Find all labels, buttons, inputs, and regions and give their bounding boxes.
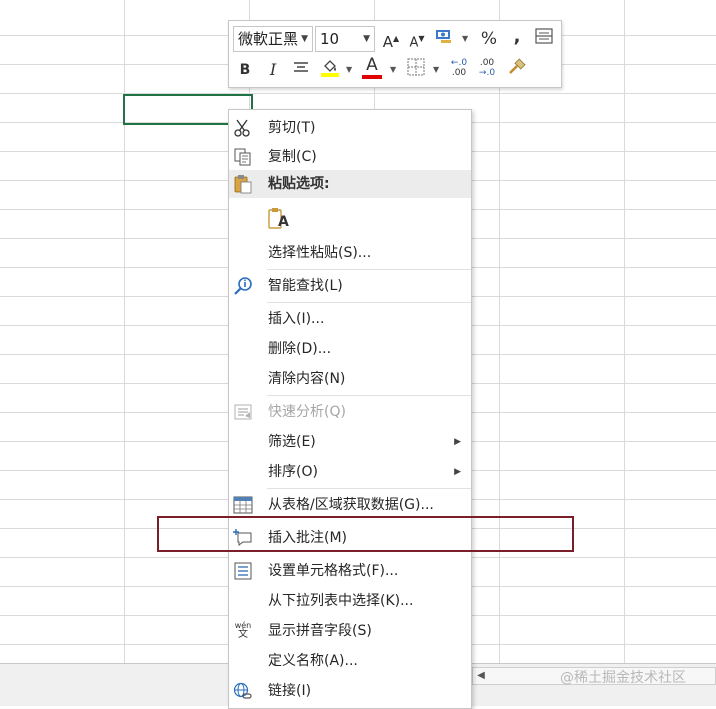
menu-item-smart-lookup[interactable]: 智能查找(L) bbox=[229, 272, 471, 300]
font-color-glyph: A bbox=[366, 55, 378, 75]
smart-lookup-icon bbox=[233, 276, 253, 296]
menu-item-link[interactable]: 链接(I) bbox=[229, 677, 471, 705]
menu-separator bbox=[267, 269, 471, 270]
paste-values-button[interactable]: A bbox=[265, 205, 295, 235]
wrap-text-button[interactable] bbox=[533, 27, 555, 51]
mini-toolbar: 微軟正黑 ▼ 10 ▼ A▲ A▼ ▼ % , B I ▼ A ▼ ▼ ←.0 … bbox=[228, 20, 562, 88]
menu-label-format-cells: 设置单元格格式(F)... bbox=[268, 563, 399, 579]
format-painter-icon bbox=[509, 58, 526, 74]
chevron-down-icon: ▼ bbox=[363, 34, 370, 44]
italic-button[interactable]: I bbox=[262, 58, 284, 82]
menu-item-sort[interactable]: 排序(O) ▶ bbox=[229, 458, 471, 486]
borders-dropdown-arrow[interactable]: ▼ bbox=[433, 58, 439, 82]
menu-label-copy: 复制(C) bbox=[268, 149, 317, 165]
percent-style-button[interactable]: % bbox=[478, 27, 500, 51]
increase-decimal-button[interactable]: ←.0 .00 bbox=[448, 58, 470, 82]
scissors-icon bbox=[233, 118, 253, 138]
menu-item-copy[interactable]: 复制(C) bbox=[229, 143, 471, 171]
menu-separator bbox=[267, 302, 471, 303]
decrease-decimal-button[interactable]: .00 →.0 bbox=[476, 58, 498, 82]
font-size-value: 10 bbox=[320, 30, 340, 48]
copy-icon bbox=[233, 147, 253, 167]
fill-color-icon bbox=[321, 60, 339, 77]
scroll-left-arrow-icon[interactable]: ◀ bbox=[474, 667, 488, 685]
menu-item-delete[interactable]: 删除(D)... bbox=[229, 335, 471, 363]
wrap-text-icon bbox=[535, 28, 553, 44]
menu-label-delete: 删除(D)... bbox=[268, 341, 332, 357]
menu-item-quick-analysis[interactable]: 快速分析(Q) bbox=[229, 398, 471, 426]
paste-glyph: A bbox=[278, 214, 289, 230]
menu-item-define-name[interactable]: 定义名称(A)... bbox=[229, 647, 471, 675]
fill-color-button[interactable] bbox=[319, 58, 341, 82]
decrease-decimal-top: .00 bbox=[479, 58, 495, 68]
quick-analysis-icon bbox=[233, 402, 253, 422]
menu-label-filter: 筛选(E) bbox=[268, 434, 316, 450]
comma-style-button[interactable]: , bbox=[506, 25, 528, 49]
menu-label-quick-analysis: 快速分析(Q) bbox=[268, 404, 346, 420]
menu-item-phonetic[interactable]: wén 文 显示拼音字段(S) bbox=[229, 617, 471, 645]
menu-item-cut[interactable]: 剪切(T) bbox=[229, 114, 471, 142]
menu-label-define-name: 定义名称(A)... bbox=[268, 653, 358, 669]
font-color-button[interactable]: A bbox=[361, 55, 383, 79]
menu-label-smart-lookup: 智能查找(L) bbox=[268, 278, 343, 294]
accounting-format-button[interactable] bbox=[433, 27, 455, 51]
font-name-select[interactable]: 微軟正黑 ▼ bbox=[233, 26, 313, 52]
borders-button[interactable] bbox=[405, 58, 427, 82]
decrease-font-size-button[interactable]: A▼ bbox=[406, 27, 428, 51]
menu-separator bbox=[267, 488, 471, 489]
borders-icon bbox=[407, 58, 425, 76]
menu-item-paste-special[interactable]: 选择性粘贴(S)... bbox=[229, 239, 471, 267]
menu-label-link: 链接(I) bbox=[268, 683, 312, 699]
accounting-format-icon bbox=[436, 30, 451, 43]
bold-button[interactable]: B bbox=[234, 58, 256, 82]
increase-decimal-bottom: .00 bbox=[451, 68, 467, 78]
menu-separator bbox=[267, 395, 471, 396]
menu-label-paste-options: 粘贴选项: bbox=[268, 176, 330, 192]
font-size-select[interactable]: 10 ▼ bbox=[315, 26, 375, 52]
paste-options-header: 粘贴选项: bbox=[229, 170, 471, 198]
format-painter-button[interactable] bbox=[506, 58, 528, 82]
menu-item-filter[interactable]: 筛选(E) ▶ bbox=[229, 428, 471, 456]
clipboard-icon bbox=[233, 174, 253, 194]
menu-item-format-cells[interactable]: 设置单元格格式(F)... bbox=[229, 557, 471, 585]
menu-label-cut: 剪切(T) bbox=[268, 120, 316, 136]
accounting-dropdown-arrow[interactable]: ▼ bbox=[462, 27, 468, 51]
menu-label-clear-contents: 清除内容(N) bbox=[268, 371, 346, 387]
menu-label-get-data: 从表格/区域获取数据(G)... bbox=[268, 497, 434, 513]
font-color-bar bbox=[362, 75, 382, 79]
chevron-down-icon: ▼ bbox=[301, 34, 308, 44]
font-name-value: 微軟正黑 bbox=[238, 30, 299, 48]
menu-item-insert[interactable]: 插入(I)... bbox=[229, 305, 471, 333]
fill-color-dropdown-arrow[interactable]: ▼ bbox=[346, 58, 352, 82]
menu-label-sort: 排序(O) bbox=[268, 464, 318, 480]
menu-item-clear-contents[interactable]: 清除内容(N) bbox=[229, 365, 471, 393]
phonetic-icon: wén 文 bbox=[233, 621, 253, 641]
menu-item-pick-from-list[interactable]: 从下拉列表中选择(K)... bbox=[229, 587, 471, 615]
format-cells-icon bbox=[233, 561, 253, 581]
increase-decimal-top: ←.0 bbox=[450, 58, 468, 68]
menu-label-insert: 插入(I)... bbox=[268, 311, 325, 327]
submenu-arrow-icon: ▶ bbox=[454, 467, 461, 477]
annotation-highlight-box bbox=[157, 516, 574, 552]
watermark: @稀土掘金技术社区 bbox=[560, 670, 686, 686]
menu-label-paste-special: 选择性粘贴(S)... bbox=[268, 245, 372, 261]
align-center-button[interactable] bbox=[290, 58, 312, 82]
table-icon bbox=[233, 495, 253, 515]
increase-font-size-button[interactable]: A▲ bbox=[380, 27, 402, 51]
context-menu: 剪切(T) 复制(C) 粘贴选项: A 选择性粘贴(S)... 智能查找(L) … bbox=[228, 109, 472, 709]
align-center-icon bbox=[294, 62, 308, 72]
phonetic-icon-bottom: 文 bbox=[238, 629, 248, 640]
decrease-decimal-bottom: →.0 bbox=[478, 68, 496, 78]
menu-item-get-data[interactable]: 从表格/区域获取数据(G)... bbox=[229, 491, 471, 519]
link-globe-icon bbox=[233, 681, 253, 701]
menu-label-pick-from-list: 从下拉列表中选择(K)... bbox=[268, 593, 414, 609]
menu-label-phonetic: 显示拼音字段(S) bbox=[268, 623, 372, 639]
font-color-dropdown-arrow[interactable]: ▼ bbox=[390, 58, 396, 82]
submenu-arrow-icon: ▶ bbox=[454, 437, 461, 447]
